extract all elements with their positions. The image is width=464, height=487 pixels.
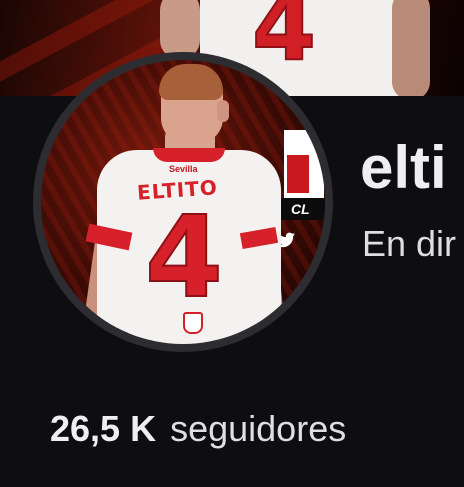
avatar[interactable]: CL Sevilla ELTITO 4 — [41, 60, 325, 344]
followers-summary[interactable]: 26,5 K seguidores — [50, 411, 346, 447]
avatar-tag-text: CL — [291, 201, 310, 217]
followers-count: 26,5 K — [50, 408, 157, 449]
banner-arm-right — [392, 0, 430, 96]
avatar-ear — [217, 100, 229, 122]
crest-icon — [183, 312, 203, 334]
avatar-logo-mark — [287, 155, 309, 193]
followers-label: seguidores — [170, 408, 347, 449]
avatar-sponsor-text: Sevilla — [169, 164, 198, 174]
channel-name[interactable]: elti — [360, 138, 447, 198]
avatar-hair — [159, 64, 223, 100]
avatar-jersey-number: 4 — [144, 193, 224, 323]
channel-profile-screen: 4 CL Sevilla ELTITO 4 elti En dir 26,5 K — [0, 0, 464, 487]
avatar-collar — [153, 148, 225, 162]
channel-status: En dir — [362, 223, 457, 264]
banner-arm-left — [160, 0, 200, 60]
